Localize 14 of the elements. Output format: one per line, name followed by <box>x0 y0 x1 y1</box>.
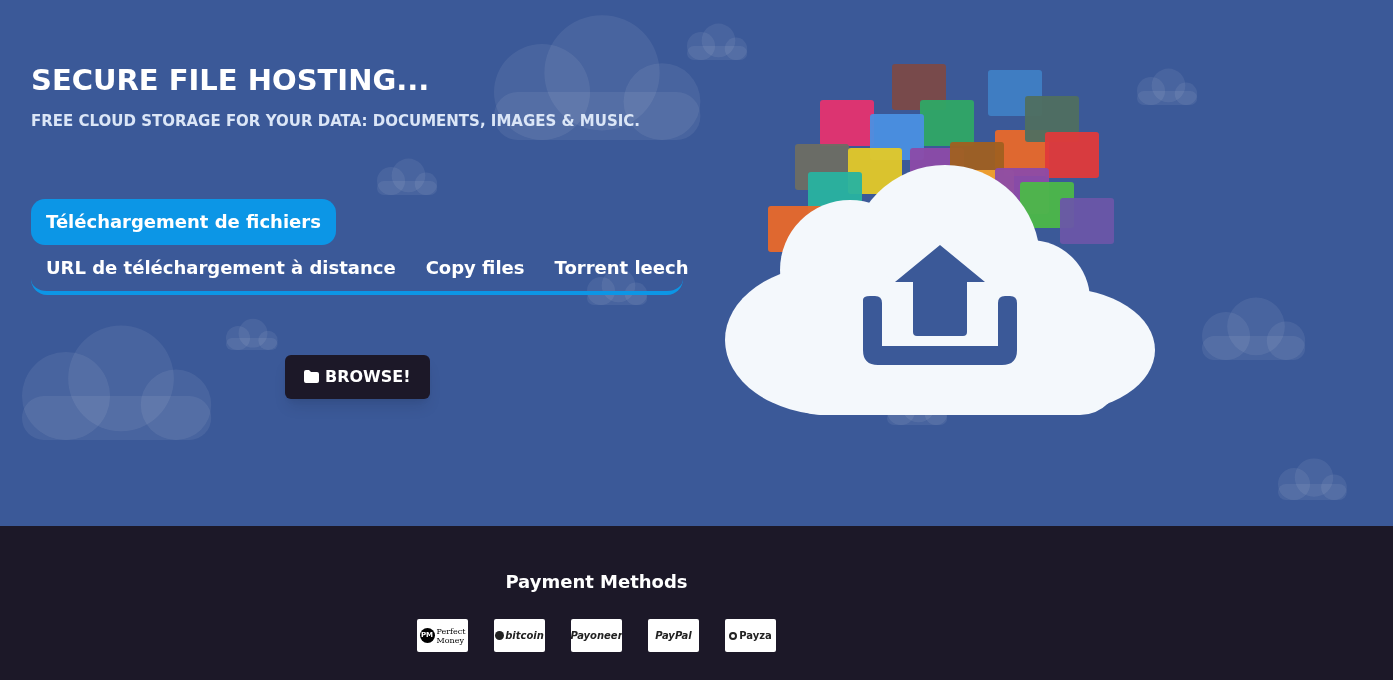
hero-title: SECURE FILE HOSTING... <box>31 62 431 98</box>
logo-text: Perfect <box>436 626 466 636</box>
logo-text: Money <box>436 635 465 645</box>
folder-icon <box>304 370 319 383</box>
upload-tab[interactable]: URL de téléchargement à distance <box>31 244 411 291</box>
browse-button[interactable]: BROWSE! <box>285 354 430 399</box>
logo-text: PayPal <box>655 629 692 643</box>
logo-text: Payza <box>739 629 772 643</box>
upload-tab[interactable]: Copy files <box>410 244 540 291</box>
payment-methods-heading: Payment Methods <box>505 570 688 594</box>
hero-subtitle: FREE CLOUD STORAGE FOR YOUR DATA: DOCUMENTS, IMAGES & MUSIC. <box>31 111 642 132</box>
bitcoin-coin-icon <box>495 631 505 640</box>
logo-text: bitcoin <box>505 629 544 643</box>
upload-tab[interactable]: Torrent leech <box>539 244 704 291</box>
